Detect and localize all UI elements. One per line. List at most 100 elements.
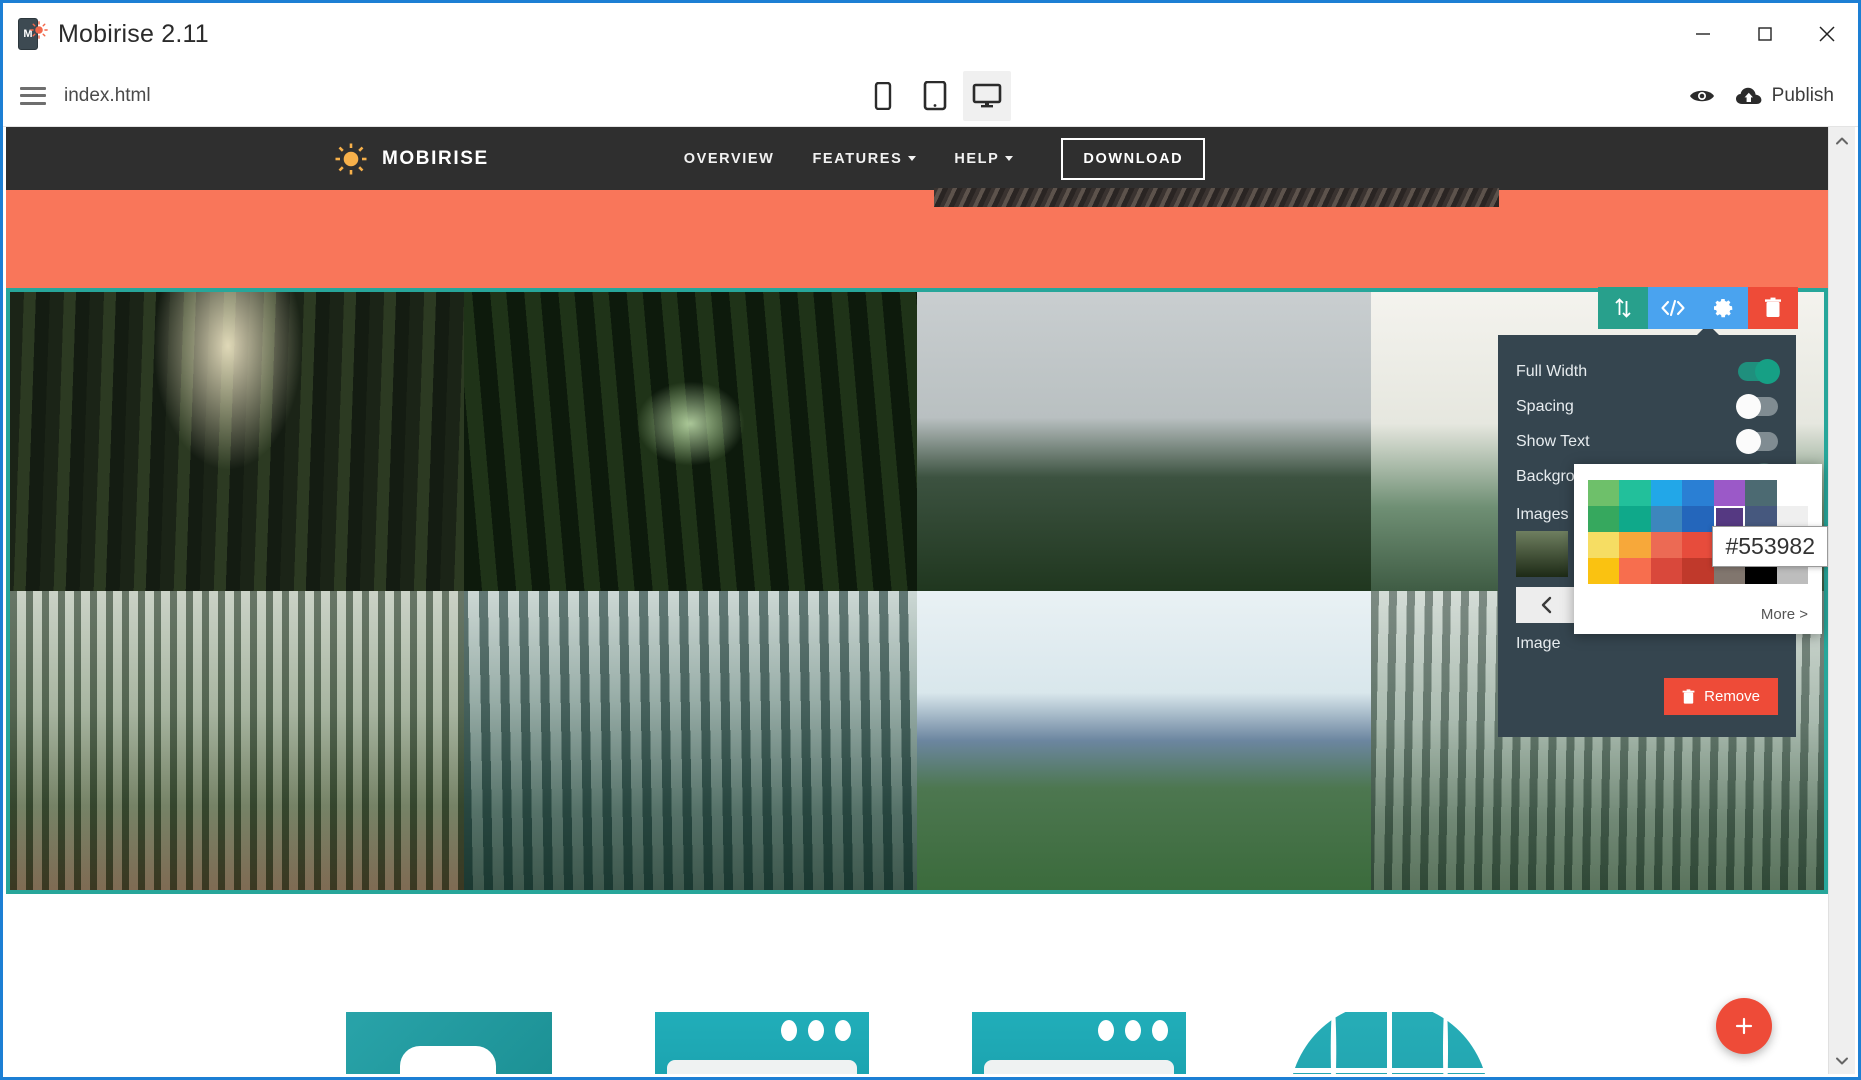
- device-mobile-button[interactable]: [859, 71, 907, 121]
- nav-link-help[interactable]: HELP: [954, 150, 1014, 167]
- code-brackets-icon: [1661, 299, 1685, 317]
- canvas-scrollbar[interactable]: [1828, 127, 1855, 1074]
- color-swatch[interactable]: [1619, 532, 1651, 558]
- close-button[interactable]: [1796, 3, 1858, 65]
- nav-link-features[interactable]: FEATURES: [812, 150, 917, 167]
- more-colors-link[interactable]: More >: [1761, 606, 1808, 623]
- cloud-upload-icon: [1735, 87, 1762, 104]
- sun-logo-icon: [335, 143, 367, 174]
- nav-link-help-label: HELP: [954, 150, 1000, 167]
- site-navbar-block[interactable]: MOBIRISE OVERVIEW FEATURES HELP DOWNLOAD: [6, 127, 1828, 190]
- hamburger-menu-icon[interactable]: [20, 86, 46, 105]
- chevron-up-icon: [1836, 137, 1848, 144]
- remove-label: Remove: [1704, 688, 1760, 705]
- color-swatch[interactable]: [1619, 558, 1651, 584]
- color-swatch[interactable]: [1776, 480, 1808, 506]
- scrollbar-down-button[interactable]: [1829, 1047, 1855, 1074]
- add-block-button[interactable]: [1716, 998, 1772, 1054]
- browser-window-glyph-icon: [654, 1012, 869, 1074]
- color-swatch[interactable]: [1588, 532, 1620, 558]
- color-swatch[interactable]: [1650, 532, 1683, 558]
- site-canvas: MOBIRISE OVERVIEW FEATURES HELP DOWNLOAD: [6, 127, 1855, 1074]
- gallery-image[interactable]: [917, 591, 1371, 890]
- feature-icons-row: [6, 1012, 1828, 1074]
- tablet-icon: [923, 81, 947, 111]
- color-swatch[interactable]: [1682, 558, 1714, 584]
- color-swatch[interactable]: [1588, 558, 1620, 584]
- edit-code-button[interactable]: [1648, 287, 1698, 329]
- toggle-full-width[interactable]: [1738, 359, 1780, 384]
- image-pager-prev-button[interactable]: [1516, 587, 1578, 623]
- delete-block-button[interactable]: [1748, 287, 1798, 329]
- chevron-down-icon: [908, 156, 917, 161]
- color-swatch[interactable]: [1650, 480, 1683, 506]
- setting-label-spacing: Spacing: [1516, 397, 1574, 415]
- device-desktop-button[interactable]: [963, 71, 1011, 121]
- move-up-down-icon: [1615, 298, 1631, 318]
- page-glyph-icon: [345, 1012, 552, 1074]
- move-block-button[interactable]: [1598, 287, 1648, 329]
- color-swatch[interactable]: [1682, 506, 1714, 532]
- setting-label-full-width: Full Width: [1516, 362, 1588, 380]
- color-swatch[interactable]: [1682, 480, 1714, 506]
- gallery-image[interactable]: [917, 292, 1371, 591]
- color-swatch[interactable]: [1682, 532, 1714, 558]
- block-toolbar: [1598, 287, 1798, 329]
- color-swatch[interactable]: [1619, 480, 1651, 506]
- gallery-image[interactable]: [10, 591, 464, 890]
- publish-button[interactable]: Publish: [1735, 85, 1834, 107]
- features-section-block[interactable]: [6, 894, 1828, 1012]
- minimize-icon: [1696, 33, 1710, 35]
- color-swatch[interactable]: [1745, 480, 1777, 506]
- canvas-content: MOBIRISE OVERVIEW FEATURES HELP DOWNLOAD: [6, 127, 1828, 1074]
- maximize-button[interactable]: [1734, 3, 1796, 65]
- coral-section-block[interactable]: [6, 188, 1828, 288]
- block-settings-button[interactable]: [1698, 287, 1748, 329]
- gallery-image[interactable]: [463, 292, 917, 591]
- color-picker-popup: More > #553982: [1574, 464, 1828, 634]
- more-colors-row: More >: [1588, 584, 1808, 624]
- plus-icon: [1735, 1017, 1753, 1035]
- image-thumbnail[interactable]: [1516, 531, 1568, 577]
- nav-link-features-label: FEATURES: [812, 150, 903, 167]
- current-filename: index.html: [64, 84, 151, 106]
- gallery-image[interactable]: [10, 292, 464, 591]
- site-brand[interactable]: MOBIRISE: [334, 142, 489, 176]
- color-swatch[interactable]: [1650, 558, 1683, 584]
- mobile-phone-icon: [874, 82, 892, 110]
- chevron-left-icon: [1541, 596, 1552, 614]
- minimize-button[interactable]: [1672, 3, 1734, 65]
- toggle-spacing[interactable]: [1736, 394, 1778, 419]
- window-title: Mobirise 2.11: [58, 19, 209, 48]
- remove-row: Remove: [1498, 660, 1796, 715]
- device-preview-switch: [859, 71, 1011, 121]
- setting-row-full-width[interactable]: Full Width: [1498, 354, 1796, 389]
- striped-image-sliver: [934, 188, 1499, 207]
- gallery-image[interactable]: [463, 591, 917, 890]
- color-swatch[interactable]: [1588, 480, 1620, 506]
- nav-download-button[interactable]: DOWNLOAD: [1061, 137, 1206, 180]
- nav-link-overview[interactable]: OVERVIEW: [684, 151, 775, 167]
- scrollbar-up-button[interactable]: [1829, 127, 1855, 154]
- color-swatch[interactable]: [1619, 506, 1651, 532]
- brand-name: MOBIRISE: [382, 147, 489, 169]
- chevron-down-icon: [1005, 156, 1014, 161]
- setting-label-show-text: Show Text: [1516, 432, 1590, 450]
- color-swatch[interactable]: [1713, 480, 1746, 506]
- setting-row-show-text[interactable]: Show Text: [1498, 424, 1796, 459]
- preview-button[interactable]: [1683, 77, 1721, 115]
- color-swatch[interactable]: [1588, 506, 1620, 532]
- globe-glyph-icon: [1288, 1012, 1489, 1074]
- color-swatch[interactable]: [1650, 506, 1683, 532]
- trash-icon: [1765, 297, 1781, 317]
- gallery-block-selected[interactable]: Full Width Spacing Show Text Background …: [6, 287, 1828, 894]
- title-bar: M Mobirise 2.11: [3, 3, 1858, 65]
- toggle-show-text[interactable]: [1736, 429, 1778, 454]
- setting-row-spacing[interactable]: Spacing: [1498, 389, 1796, 424]
- mobirise-logo-icon: M: [18, 17, 48, 51]
- remove-button[interactable]: Remove: [1664, 678, 1778, 715]
- nav-link-overview-label: OVERVIEW: [683, 150, 775, 167]
- maximize-icon: [1758, 27, 1772, 41]
- device-tablet-button[interactable]: [911, 71, 959, 121]
- trash-icon: [1682, 688, 1695, 704]
